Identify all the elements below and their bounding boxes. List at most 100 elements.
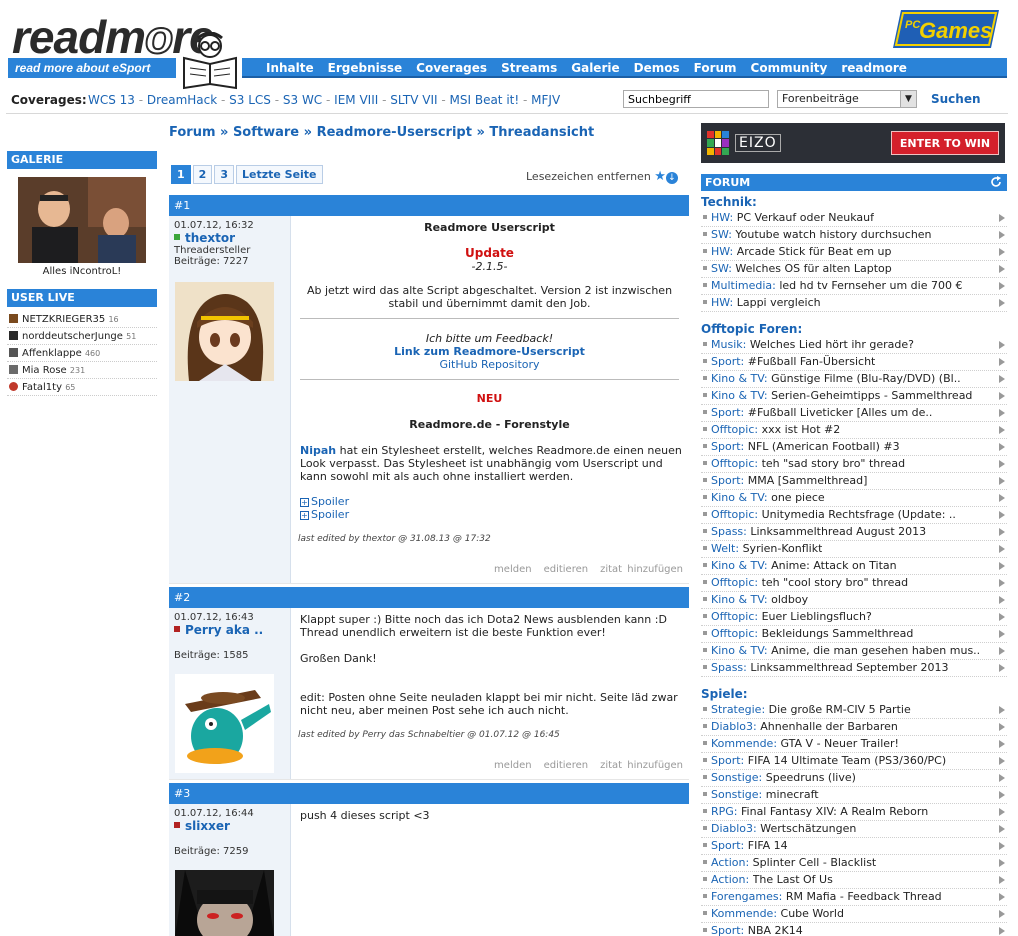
userlive-item[interactable]: Mia Rose 231 <box>7 362 157 379</box>
coverage-link[interactable]: SLTV VII <box>390 93 437 107</box>
user-avatar[interactable] <box>175 282 274 381</box>
search-button[interactable]: Suchen <box>931 92 981 106</box>
thread-title[interactable]: minecraft <box>766 787 819 803</box>
thread-category[interactable]: Sport: <box>711 474 744 487</box>
forum-thread-item[interactable]: Forengames: RM Mafia - Feedback Thread <box>701 889 1007 906</box>
forum-thread-item[interactable]: Kommende: Cube World <box>701 906 1007 923</box>
coverage-link[interactable]: WCS 13 <box>88 93 135 107</box>
thread-category[interactable]: Sport: <box>711 406 744 419</box>
ad-enter-button[interactable]: ENTER TO WIN <box>891 131 999 155</box>
quote-button[interactable]: zitat hinzufügen <box>600 760 683 771</box>
thread-title[interactable]: #Fußball Fan-Übersicht <box>748 354 876 370</box>
forum-thread-item[interactable]: Sonstige: Speedruns (live) <box>701 770 1007 787</box>
nav-item-streams[interactable]: Streams <box>487 58 557 78</box>
forum-thread-item[interactable]: Multimedia: led hd tv Fernseher um die 7… <box>701 278 1007 295</box>
thread-title[interactable]: one piece <box>771 490 825 506</box>
forum-thread-item[interactable]: Sport: MMA [Sammelthread] <box>701 473 1007 490</box>
userlive-item[interactable]: norddeutscherJunge 51 <box>7 328 157 345</box>
forum-thread-item[interactable]: Spass: Linksammelthread August 2013 <box>701 524 1007 541</box>
thread-category[interactable]: Kino & TV: <box>711 491 768 504</box>
nav-item-coverages[interactable]: Coverages <box>402 58 487 78</box>
nav-item-demos[interactable]: Demos <box>620 58 680 78</box>
thread-category[interactable]: HW: <box>711 296 733 309</box>
thread-category[interactable]: HW: <box>711 245 733 258</box>
thread-category[interactable]: Action: <box>711 873 749 886</box>
search-scope-select[interactable]: Forenbeiträge ▼ <box>777 90 917 108</box>
thread-category[interactable]: Offtopic: <box>711 627 758 640</box>
thread-category[interactable]: Diablo3: <box>711 720 757 733</box>
forum-thread-item[interactable]: HW: Lappi vergleich <box>701 295 1007 312</box>
post-author[interactable]: Perry aka .. <box>174 623 285 637</box>
forum-thread-item[interactable]: Sport: #Fußball Liveticker [Alles um de.… <box>701 405 1007 422</box>
thread-title[interactable]: Syrien-Konflikt <box>743 541 823 557</box>
thread-category[interactable]: Multimedia: <box>711 279 776 292</box>
forum-thread-item[interactable]: Offtopic: xxx ist Hot #2 <box>701 422 1007 439</box>
forum-thread-item[interactable]: Kino & TV: Anime: Attack on Titan <box>701 558 1007 575</box>
report-button[interactable]: melden <box>494 564 532 575</box>
breadcrumb[interactable]: Forum » Software » Readmore-Userscript »… <box>169 125 594 140</box>
thread-category[interactable]: Strategie: <box>711 703 765 716</box>
thread-category[interactable]: Musik: <box>711 338 746 351</box>
thread-title[interactable]: FIFA 14 <box>748 838 788 854</box>
forum-thread-item[interactable]: RPG: Final Fantasy XIV: A Realm Reborn <box>701 804 1007 821</box>
coverage-link[interactable]: S3 WC <box>283 93 322 107</box>
thread-category[interactable]: Offtopic: <box>711 610 758 623</box>
thread-title[interactable]: FIFA 14 Ultimate Team (PS3/360/PC) <box>748 753 946 769</box>
forum-thread-item[interactable]: Sport: #Fußball Fan-Übersicht <box>701 354 1007 371</box>
thread-category[interactable]: Sonstige: <box>711 771 762 784</box>
thread-category[interactable]: Sonstige: <box>711 788 762 801</box>
thread-title[interactable]: Günstige Filme (Blu-Ray/DVD) (Bl.. <box>771 371 961 387</box>
thread-title[interactable]: Final Fantasy XIV: A Realm Reborn <box>741 804 928 820</box>
forum-thread-item[interactable]: Kino & TV: Anime, die man gesehen haben … <box>701 643 1007 660</box>
thread-category[interactable]: RPG: <box>711 805 738 818</box>
page-2-button[interactable]: 2 <box>192 165 213 184</box>
forum-thread-item[interactable]: Kino & TV: one piece <box>701 490 1007 507</box>
forum-thread-item[interactable]: Offtopic: Euer Lieblingsfluch? <box>701 609 1007 626</box>
thread-title[interactable]: Wertschätzungen <box>760 821 856 837</box>
thread-title[interactable]: NBA 2K14 <box>748 923 803 936</box>
thread-category[interactable]: Offtopic: <box>711 508 758 521</box>
thread-title[interactable]: NFL (American Football) #3 <box>748 439 900 455</box>
nav-item-inhalte[interactable]: Inhalte <box>242 58 314 78</box>
coverage-link[interactable]: MFJV <box>531 93 560 107</box>
forum-thread-item[interactable]: HW: Arcade Stick für Beat em up <box>701 244 1007 261</box>
thread-title[interactable]: Euer Lieblingsfluch? <box>762 609 872 625</box>
forum-thread-item[interactable]: SW: Youtube watch history durchsuchen <box>701 227 1007 244</box>
bookmark-remove[interactable]: Lesezeichen entfernen ★ ↓ <box>526 169 678 184</box>
thread-title[interactable]: Speedruns (live) <box>766 770 856 786</box>
forum-thread-item[interactable]: Offtopic: teh "cool story bro" thread <box>701 575 1007 592</box>
forum-thread-item[interactable]: Sport: NBA 2K14 <box>701 923 1007 936</box>
userlive-item[interactable]: Fatal1ty 65 <box>7 379 157 396</box>
spoiler-toggle-2[interactable]: + Spoiler <box>296 508 683 521</box>
post-author[interactable]: slixxer <box>174 819 285 833</box>
forum-thread-item[interactable]: Sonstige: minecraft <box>701 787 1007 804</box>
thread-title[interactable]: Arcade Stick für Beat em up <box>737 244 892 260</box>
thread-title[interactable]: Welches OS für alten Laptop <box>735 261 891 277</box>
github-link[interactable]: GitHub Repository <box>296 358 683 371</box>
forum-thread-item[interactable]: Kino & TV: Günstige Filme (Blu-Ray/DVD) … <box>701 371 1007 388</box>
thread-title[interactable]: teh "sad story bro" thread <box>762 456 905 472</box>
thread-category[interactable]: Welt: <box>711 542 739 555</box>
page-1-button[interactable]: 1 <box>171 165 191 184</box>
forum-thread-item[interactable]: Sport: NFL (American Football) #3 <box>701 439 1007 456</box>
thread-title[interactable]: Splinter Cell - Blacklist <box>753 855 877 871</box>
search-input[interactable] <box>623 90 769 108</box>
thread-title[interactable]: Die große RM-CIV 5 Partie <box>769 702 911 718</box>
thread-category[interactable]: Spass: <box>711 525 747 538</box>
thread-category[interactable]: Action: <box>711 856 749 869</box>
thread-category[interactable]: Kino & TV: <box>711 559 768 572</box>
thread-category[interactable]: Diablo3: <box>711 822 757 835</box>
quote-button[interactable]: zitat hinzufügen <box>600 564 683 575</box>
thread-category[interactable]: Kino & TV: <box>711 389 768 402</box>
nav-item-galerie[interactable]: Galerie <box>557 58 619 78</box>
gallery-image[interactable] <box>18 177 146 263</box>
spoiler-toggle-1[interactable]: + Spoiler <box>296 495 683 508</box>
thread-title[interactable]: teh "cool story bro" thread <box>762 575 909 591</box>
thread-category[interactable]: Sport: <box>711 754 744 767</box>
forum-thread-item[interactable]: Welt: Syrien-Konflikt <box>701 541 1007 558</box>
thread-category[interactable]: HW: <box>711 211 733 224</box>
edit-button[interactable]: editieren <box>544 760 589 771</box>
thread-category[interactable]: Sport: <box>711 440 744 453</box>
thread-category[interactable]: Sport: <box>711 924 744 936</box>
forum-thread-item[interactable]: Offtopic: Unitymedia Rechtsfrage (Update… <box>701 507 1007 524</box>
